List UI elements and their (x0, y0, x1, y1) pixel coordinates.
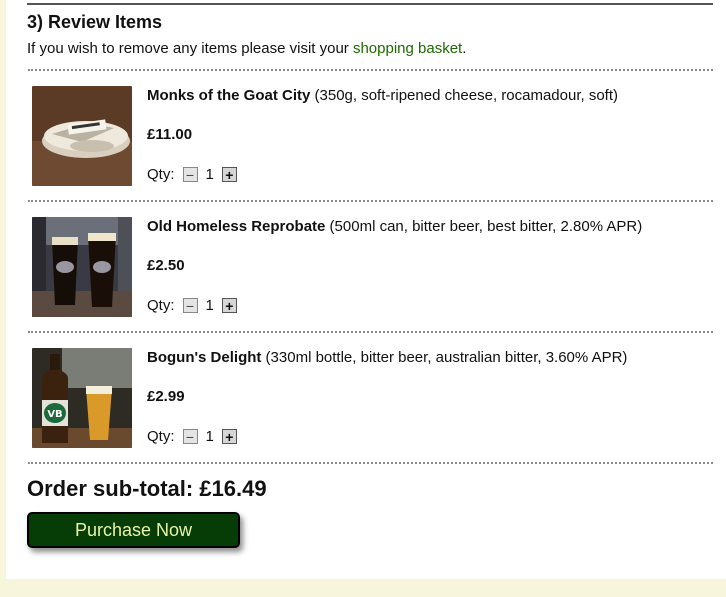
checkout-panel: 3) Review Items If you wish to remove an… (6, 0, 726, 579)
product-name: Monks of the Goat City (147, 87, 311, 104)
qty-value: 1 (205, 428, 214, 445)
quantity-stepper: Qty: − 1 + (147, 297, 237, 314)
shopping-basket-link[interactable]: shopping basket (353, 40, 462, 57)
qty-value: 1 (205, 297, 214, 314)
list-item: Monks of the Goat City (350g, soft-ripen… (28, 86, 713, 196)
product-name: Bogun's Delight (147, 349, 262, 366)
product-description: Old Homeless Reprobate (500ml can, bitte… (147, 217, 642, 237)
decrease-qty-button[interactable]: − (182, 298, 198, 313)
intro-text: If you wish to remove any items please v… (27, 40, 466, 57)
increase-qty-button[interactable]: + (221, 167, 237, 182)
intro-prefix: If you wish to remove any items please v… (27, 40, 353, 57)
qty-value: 1 (205, 166, 214, 183)
section-heading: 3) Review Items (27, 12, 163, 32)
product-price: £11.00 (147, 126, 193, 143)
top-rule (27, 3, 713, 5)
product-description: Monks of the Goat City (350g, soft-ripen… (147, 86, 618, 106)
product-thumbnail[interactable] (32, 86, 132, 186)
product-description: Bogun's Delight (330ml bottle, bitter be… (147, 348, 627, 368)
product-details: (350g, soft-ripened cheese, rocamadour, … (310, 87, 619, 104)
product-price: £2.50 (147, 257, 185, 274)
quantity-stepper: Qty: − 1 + (147, 166, 237, 183)
increase-qty-button[interactable]: + (221, 298, 237, 313)
divider (28, 69, 713, 71)
qty-label: Qty: (147, 428, 175, 445)
product-details: (500ml can, bitter beer, best bitter, 2.… (325, 218, 643, 235)
divider (28, 200, 713, 202)
list-item: Old Homeless Reprobate (500ml can, bitte… (28, 217, 713, 327)
product-thumbnail[interactable]: VB (32, 348, 132, 448)
order-subtotal: Order sub-total: £16.49 (27, 476, 267, 501)
divider (28, 331, 713, 333)
product-thumbnail[interactable] (32, 217, 132, 317)
qty-label: Qty: (147, 297, 175, 314)
qty-label: Qty: (147, 166, 175, 183)
purchase-now-button[interactable]: Purchase Now (27, 512, 240, 548)
decrease-qty-button[interactable]: − (182, 429, 198, 444)
list-item: VB Bogun's Delight (330ml bottle, bitter… (28, 348, 713, 458)
decrease-qty-button[interactable]: − (182, 167, 198, 182)
product-name: Old Homeless Reprobate (147, 218, 326, 235)
product-price: £2.99 (147, 388, 185, 405)
product-details: (330ml bottle, bitter beer, australian b… (261, 349, 628, 366)
increase-qty-button[interactable]: + (221, 429, 237, 444)
intro-suffix: . (462, 40, 467, 57)
svg-text:VB: VB (47, 409, 62, 420)
quantity-stepper: Qty: − 1 + (147, 428, 237, 445)
divider (28, 462, 713, 464)
